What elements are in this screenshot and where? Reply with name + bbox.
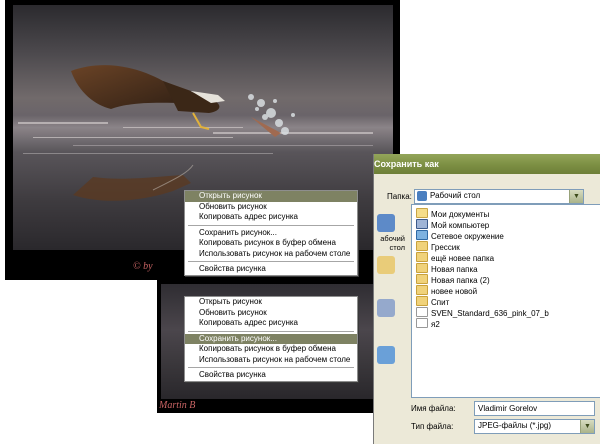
menu-item[interactable]: Открыть рисунок (185, 297, 357, 308)
menu-item[interactable]: Сохранить рисунок... (185, 333, 357, 344)
menu-item[interactable]: Использовать рисунок на рабочем столе (185, 355, 357, 366)
list-item-label: ещё новее папка (431, 254, 495, 263)
menu-item[interactable]: Свойства рисунка (185, 264, 357, 275)
filename-input[interactable]: Vladimir Gorelov (474, 401, 595, 416)
filetype-label: Тип файла: (411, 422, 454, 431)
menu-item[interactable]: Открыть рисунок (185, 191, 357, 202)
menu-item[interactable]: Обновить рисунок (185, 202, 357, 213)
list-item[interactable]: Новая папка (416, 263, 478, 274)
save-as-dialog: Сохранить как Папка: Рабочий стол ▼ абоч… (373, 154, 600, 444)
menu-item[interactable]: Сохранить рисунок... (185, 228, 357, 239)
list-item-label: SVEN_Standard_636_pink_07_b (431, 309, 549, 318)
filetype-combo[interactable]: JPEG-файлы (*.jpg) ▼ (474, 419, 595, 434)
menu-separator (188, 367, 354, 368)
photo-signature-2: Martin B (159, 400, 196, 411)
menu-separator (188, 224, 354, 226)
list-item[interactable]: Мой компьютер (416, 219, 489, 230)
list-item-label: я2 (431, 320, 440, 329)
list-item-label: Новая папка (431, 265, 478, 274)
list-item-label: Мои документы (431, 210, 490, 219)
file-list[interactable]: Мои документы Мой компьютер Сетевое окруже… (411, 204, 600, 398)
list-item-label: Мой компьютер (431, 221, 490, 230)
menu-item[interactable]: Копировать рисунок в буфер обмена (185, 238, 357, 249)
menu-item[interactable]: Копировать рисунок в буфер обмена (185, 344, 357, 355)
folder-combo[interactable]: Рабочий стол ▼ (414, 189, 584, 204)
desktop-place-icon (377, 214, 395, 232)
menu-item[interactable]: Использовать рисунок на рабочем столе (185, 249, 357, 260)
list-item[interactable]: я2 (416, 318, 440, 329)
folder-icon (416, 285, 428, 295)
photo-signature: © by (133, 261, 153, 272)
folder-icon (416, 274, 428, 284)
filetype-value: JPEG-файлы (*.jpg) (478, 421, 552, 430)
menu-item[interactable]: Копировать адрес рисунка (185, 318, 357, 329)
folder-icon (416, 252, 428, 262)
folder-icon (416, 241, 428, 251)
list-item[interactable]: Грессик (416, 241, 460, 252)
docs-folder-icon (416, 208, 428, 218)
list-item[interactable]: Сетевое окружение (416, 230, 504, 241)
chevron-down-icon[interactable]: ▼ (580, 420, 594, 433)
folder-value: Рабочий стол (430, 191, 481, 200)
chevron-down-icon[interactable]: ▼ (569, 190, 583, 203)
context-menu-1: Открыть рисунок Обновить рисунок Копироват… (184, 190, 358, 276)
list-item[interactable]: SVEN_Standard_636_pink_07_b (416, 307, 549, 318)
list-item[interactable]: новее новой (416, 285, 477, 296)
docs-place-icon (377, 256, 395, 274)
desktop-icon (417, 191, 427, 201)
list-item[interactable]: Спит (416, 296, 449, 307)
network-place-icon (377, 346, 395, 364)
list-item[interactable]: Мои документы (416, 208, 489, 219)
network-icon (416, 230, 428, 240)
list-item-label: Спит (431, 298, 450, 307)
dialog-title: Сохранить как (374, 154, 600, 174)
folder-icon (416, 296, 428, 306)
file-icon (416, 307, 428, 317)
menu-item[interactable]: Обновить рисунок (185, 308, 357, 319)
menu-separator (188, 261, 354, 262)
list-item-label: новее новой (431, 287, 478, 296)
menu-separator (188, 330, 354, 332)
file-icon (416, 318, 428, 328)
computer-place-icon (377, 299, 395, 317)
menu-item[interactable]: Копировать адрес рисунка (185, 212, 357, 223)
places-bar: абочий стол (374, 204, 407, 439)
list-item[interactable]: ещё новее папка (416, 252, 494, 263)
list-item-label: Грессик (431, 243, 460, 252)
list-item[interactable]: Новая папка (2) (416, 274, 490, 285)
list-item-label: Новая папка (2) (431, 276, 490, 285)
filename-label: Имя файла: (411, 404, 456, 413)
menu-item[interactable]: Свойства рисунка (185, 370, 357, 381)
context-menu-2: Открыть рисунок Обновить рисунок Копироват… (184, 296, 358, 382)
list-item-label: Сетевое окружение (431, 232, 504, 241)
folder-icon (416, 263, 428, 273)
computer-icon (416, 219, 428, 229)
folder-label: Папка: (387, 192, 412, 201)
